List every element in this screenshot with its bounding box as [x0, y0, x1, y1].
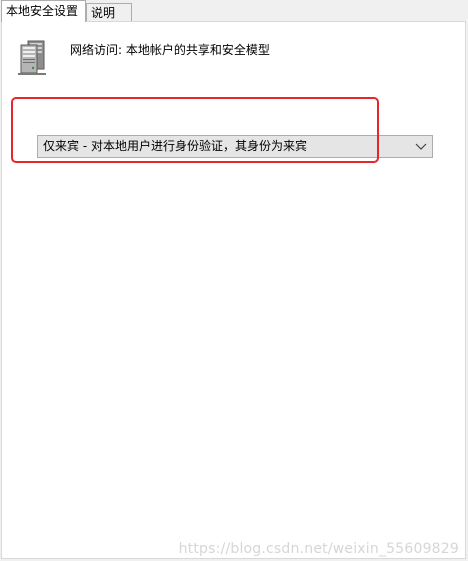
- tab-content-panel: 网络访问: 本地帐户的共享和安全模型 仅来宾 - 对本地用户进行身份验证，其身份…: [1, 21, 466, 559]
- policy-title: 网络访问: 本地帐户的共享和安全模型: [70, 43, 270, 57]
- security-model-select[interactable]: 仅来宾 - 对本地用户进行身份验证，其身份为来宾: [37, 135, 433, 158]
- security-model-selected-value: 仅来宾 - 对本地用户进行身份验证，其身份为来宾: [43, 139, 307, 153]
- watermark-text: https://blog.csdn.net/weixin_55609829: [178, 541, 459, 557]
- chevron-down-icon: [415, 143, 427, 150]
- tab-local-security-setting[interactable]: 本地安全设置: [1, 0, 86, 22]
- tab-explain-label: 说明: [91, 6, 116, 20]
- local-security-setting-dialog: 本地安全设置 说明 网络访问: 本地帐户的共享和安全模型 仅来宾 - 对本地用户…: [0, 0, 468, 561]
- server-policy-icon: [18, 40, 46, 75]
- tab-local-security-setting-label: 本地安全设置: [6, 4, 79, 18]
- tab-explain[interactable]: 说明: [86, 3, 132, 22]
